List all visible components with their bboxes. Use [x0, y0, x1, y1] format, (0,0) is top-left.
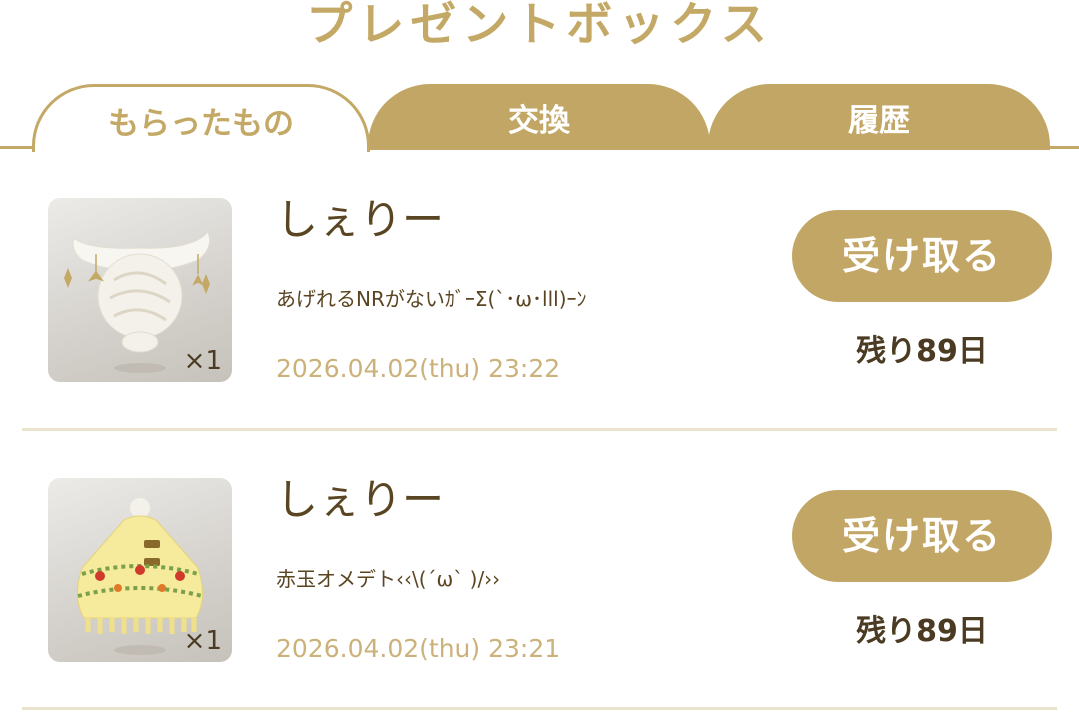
gift-message: あげれるNRがないｶﾞｰΣ(`･ω･lll)ｰﾝ	[276, 287, 587, 311]
receive-button[interactable]: 受け取る	[792, 490, 1052, 582]
tab-history[interactable]: 履歴	[708, 84, 1050, 150]
remaining-days: 残り89日	[856, 334, 988, 369]
gift-message: 赤玉オメデト‹‹\(´ω` )/››	[276, 567, 501, 591]
sender-name: しぇりー	[276, 475, 445, 524]
sent-date: 2026.04.02(thu) 23:21	[276, 634, 561, 663]
present-item: ×1 しぇりー 赤玉オメデト‹‹\(´ω` )/›› 2026.04.02(th…	[0, 430, 1079, 710]
tab-bar: もらったもの 交換 履歴	[0, 84, 1079, 152]
item-quantity: ×1	[183, 626, 222, 656]
item-thumbnail: ×1	[48, 478, 232, 662]
item-divider	[22, 707, 1057, 710]
receive-button[interactable]: 受け取る	[792, 210, 1052, 302]
sent-date: 2026.04.02(thu) 23:22	[276, 354, 561, 383]
present-item: ×1 しぇりー あげれるNRがないｶﾞｰΣ(`･ω･lll)ｰﾝ 2026.04…	[0, 150, 1079, 430]
sender-name: しぇりー	[276, 195, 445, 244]
page-title: プレゼントボックス	[306, 0, 773, 51]
item-quantity: ×1	[183, 346, 222, 376]
remaining-days: 残り89日	[856, 614, 988, 649]
item-thumbnail: ×1	[48, 198, 232, 382]
tab-exchange[interactable]: 交換	[368, 84, 710, 150]
tab-received[interactable]: もらったもの	[32, 84, 370, 152]
